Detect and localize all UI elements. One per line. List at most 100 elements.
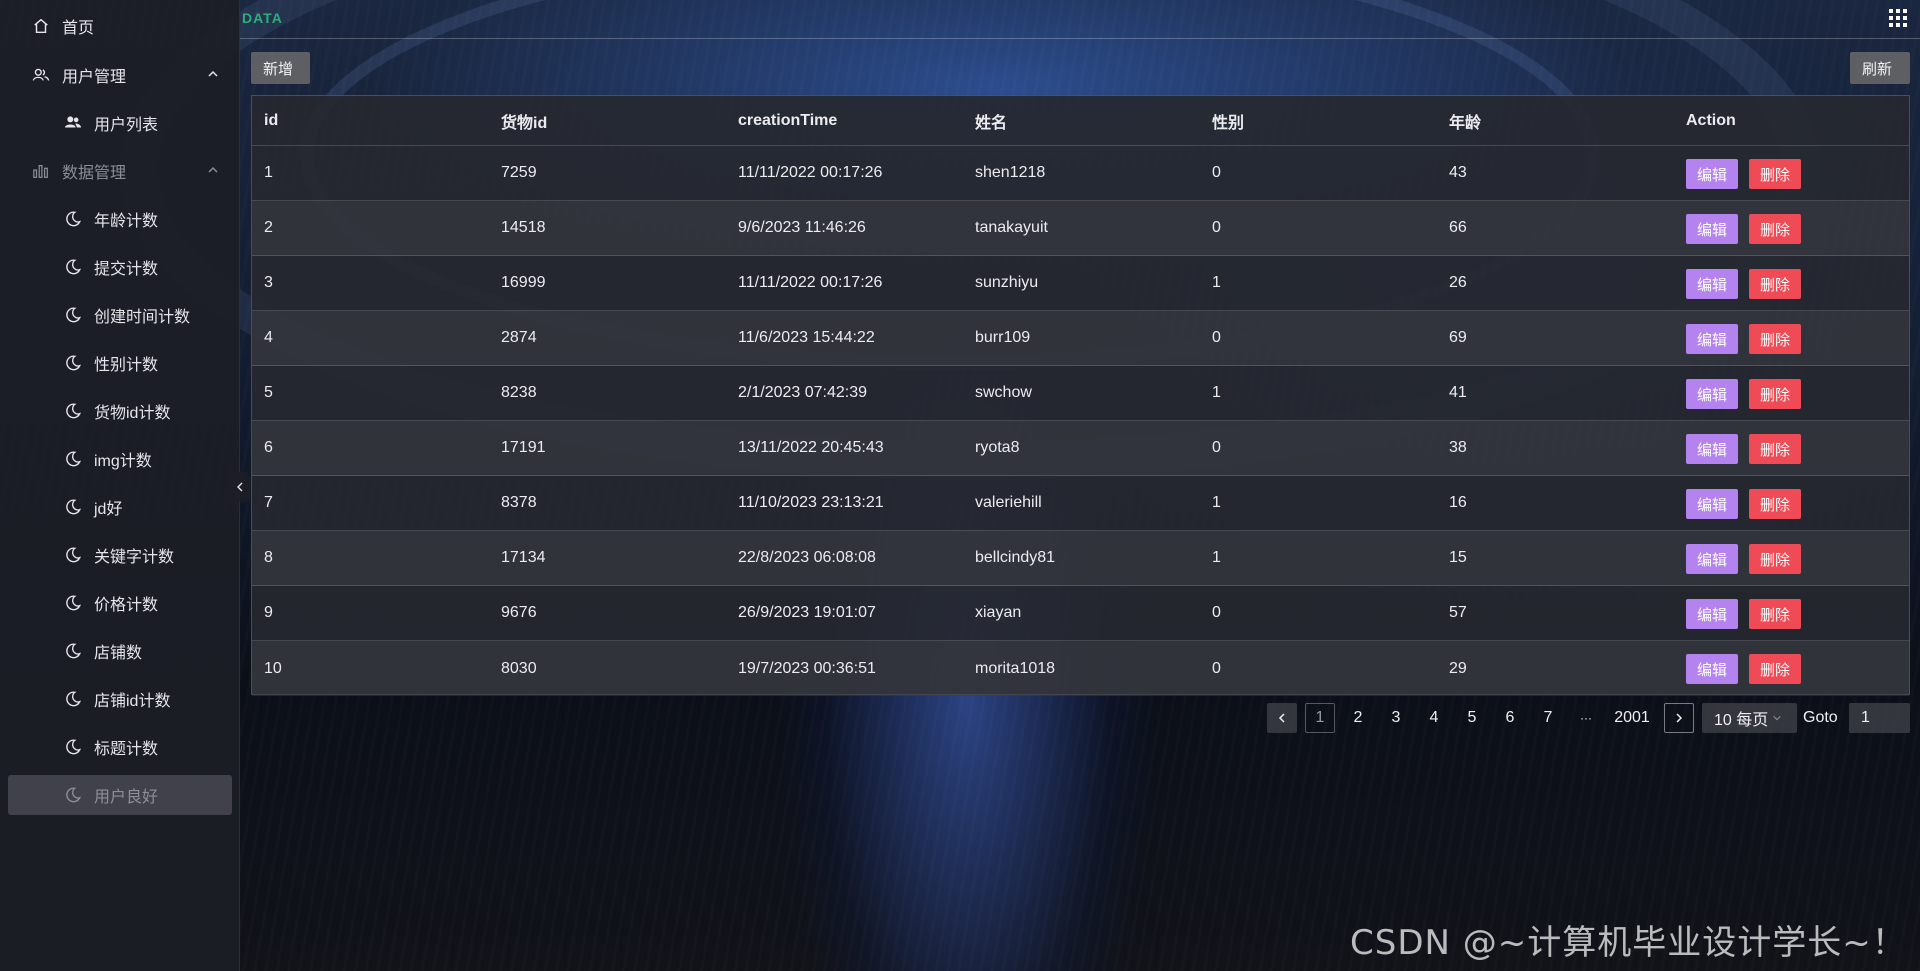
chevron-up-icon[interactable]: [206, 67, 220, 81]
next-page-button[interactable]: [1664, 703, 1694, 733]
page-ellipsis[interactable]: ···: [1571, 703, 1601, 733]
delete-button[interactable]: 删除: [1749, 654, 1801, 684]
table-header-row: id 货物id creationTime 姓名 性别 年龄 Action: [252, 96, 1909, 146]
cell-name: burr109: [975, 329, 1031, 346]
sidebar-item-home[interactable]: 首页: [0, 6, 240, 46]
sidebar-item-gender-count[interactable]: 性别计数: [0, 343, 240, 383]
sidebar-item-label: 用户管理: [62, 69, 127, 86]
cell-gender: 1: [1212, 384, 1221, 401]
page-button[interactable]: 2: [1343, 703, 1373, 733]
cell-id: 3: [264, 274, 273, 291]
delete-button[interactable]: 删除: [1749, 269, 1801, 299]
cell-goods-id: 8378: [501, 494, 537, 511]
sidebar-item-label: 货物id计数: [94, 405, 171, 422]
cell-goods-id: 16999: [501, 274, 546, 291]
page-button[interactable]: 7: [1533, 703, 1563, 733]
cell-age: 57: [1449, 604, 1467, 621]
page-button[interactable]: 4: [1419, 703, 1449, 733]
column-header-age[interactable]: 年龄: [1449, 96, 1481, 145]
moon-icon: [64, 402, 82, 420]
goto-page-input[interactable]: [1849, 703, 1910, 733]
sidebar-item-shop-id-count[interactable]: 店铺id计数: [0, 679, 240, 719]
cell-name: shen1218: [975, 164, 1046, 181]
sidebar-item-shop-count[interactable]: 店铺数: [0, 631, 240, 671]
cell-goods-id: 9676: [501, 604, 537, 621]
sidebar-item-title-count[interactable]: 标题计数: [0, 727, 240, 767]
add-button[interactable]: 新增: [251, 52, 310, 84]
page-button-current[interactable]: 1: [1305, 703, 1335, 733]
edit-button[interactable]: 编辑: [1686, 214, 1738, 244]
cell-gender: 0: [1212, 164, 1221, 181]
edit-button[interactable]: 编辑: [1686, 159, 1738, 189]
chevron-up-icon[interactable]: [206, 163, 220, 177]
edit-button[interactable]: 编辑: [1686, 489, 1738, 519]
sidebar-item-label: 用户良好: [94, 789, 159, 806]
cell-goods-id: 8030: [501, 659, 537, 677]
sidebar-collapse-button[interactable]: [230, 472, 250, 502]
sidebar-item-jd-good[interactable]: jd好: [0, 487, 240, 527]
moon-icon: [64, 738, 82, 756]
prev-page-button[interactable]: [1267, 703, 1297, 733]
cell-name: xiayan: [975, 604, 1022, 621]
delete-button[interactable]: 删除: [1749, 544, 1801, 574]
cell-creation-time: 2/1/2023 07:42:39: [738, 384, 868, 401]
page-button[interactable]: 5: [1457, 703, 1487, 733]
column-header-goods-id[interactable]: 货物id: [501, 96, 547, 145]
sidebar-item-price-count[interactable]: 价格计数: [0, 583, 240, 623]
sidebar-item-img-count[interactable]: img计数: [0, 439, 240, 479]
sidebar-item-label: 店铺数: [94, 645, 143, 662]
apps-grid-icon[interactable]: [1888, 8, 1908, 28]
table-row: 7 8378 11/10/2023 23:13:21 valeriehill 1…: [252, 476, 1909, 531]
table-row: 4 2874 11/6/2023 15:44:22 burr109 0 69 编…: [252, 311, 1909, 366]
edit-button[interactable]: 编辑: [1686, 269, 1738, 299]
cell-id: 4: [264, 329, 273, 346]
moon-icon: [64, 258, 82, 276]
page-button-last[interactable]: 2001: [1607, 703, 1657, 733]
delete-button[interactable]: 删除: [1749, 379, 1801, 409]
page-button[interactable]: 6: [1495, 703, 1525, 733]
sidebar-item-user-good[interactable]: 用户良好: [8, 775, 232, 815]
edit-button[interactable]: 编辑: [1686, 654, 1738, 684]
sidebar-item-label: 年龄计数: [94, 213, 159, 230]
moon-icon: [64, 546, 82, 564]
sidebar-item-data-management[interactable]: 数据管理: [0, 151, 240, 191]
edit-button[interactable]: 编辑: [1686, 379, 1738, 409]
edit-button[interactable]: 编辑: [1686, 544, 1738, 574]
column-header-name[interactable]: 姓名: [975, 96, 1007, 145]
cell-creation-time: 11/6/2023 15:44:22: [738, 329, 875, 346]
cell-id: 9: [264, 604, 273, 621]
page-button[interactable]: 3: [1381, 703, 1411, 733]
delete-button[interactable]: 删除: [1749, 489, 1801, 519]
cell-age: 41: [1449, 384, 1467, 401]
delete-button[interactable]: 删除: [1749, 599, 1801, 629]
delete-button[interactable]: 删除: [1749, 214, 1801, 244]
column-header-gender[interactable]: 性别: [1212, 96, 1244, 145]
sidebar-item-goods-id-count[interactable]: 货物id计数: [0, 391, 240, 431]
refresh-button[interactable]: 刷新: [1850, 52, 1910, 84]
page-size-select[interactable]: 10 每页: [1702, 703, 1797, 733]
moon-icon: [64, 690, 82, 708]
sidebar-item-user-list[interactable]: 用户列表: [0, 103, 240, 143]
edit-button[interactable]: 编辑: [1686, 324, 1738, 354]
table-row: 6 17191 13/11/2022 20:45:43 ryota8 0 38 …: [252, 421, 1909, 476]
cell-gender: 0: [1212, 219, 1221, 236]
table-row: 3 16999 11/11/2022 00:17:26 sunzhiyu 1 2…: [252, 256, 1909, 311]
sidebar-item-age-count[interactable]: 年龄计数: [0, 199, 240, 239]
column-header-creation-time[interactable]: creationTime: [738, 96, 837, 145]
cell-creation-time: 11/10/2023 23:13:21: [738, 494, 884, 511]
delete-button[interactable]: 删除: [1749, 324, 1801, 354]
sidebar-item-creation-time-count[interactable]: 创建时间计数: [0, 295, 240, 335]
column-header-id[interactable]: id: [264, 96, 278, 145]
sidebar-item-keyword-count[interactable]: 关键字计数: [0, 535, 240, 575]
sidebar-item-user-management[interactable]: 用户管理: [0, 55, 240, 95]
sidebar-item-submit-count[interactable]: 提交计数: [0, 247, 240, 287]
cell-gender: 1: [1212, 274, 1221, 291]
sidebar-item-label: 首页: [62, 20, 95, 37]
edit-button[interactable]: 编辑: [1686, 434, 1738, 464]
chevron-down-icon: [1773, 715, 1781, 721]
edit-button[interactable]: 编辑: [1686, 599, 1738, 629]
table-row: 2 14518 9/6/2023 11:46:26 tanakayuit 0 6…: [252, 201, 1909, 256]
delete-button[interactable]: 删除: [1749, 159, 1801, 189]
table-row: 1 7259 11/11/2022 00:17:26 shen1218 0 43…: [252, 146, 1909, 201]
delete-button[interactable]: 删除: [1749, 434, 1801, 464]
